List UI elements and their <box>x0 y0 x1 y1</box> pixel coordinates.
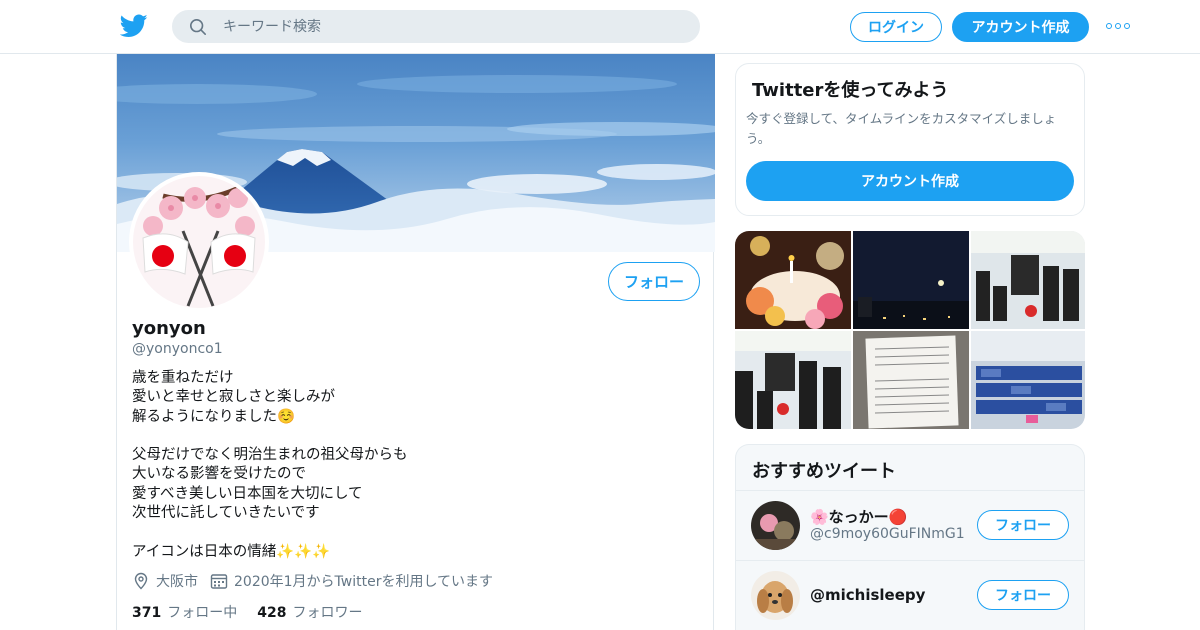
location-pin-icon <box>134 572 148 590</box>
recommended-tweets-card: おすすめツイート 🌸なっかー🔴 @c9moy60GuFINmG1 フォロー @m… <box>735 444 1085 630</box>
bio-line: 愛いと幸せと寂しさと楽しみが <box>132 389 335 406</box>
media-thumbnail[interactable] <box>735 331 851 429</box>
signup-card: Twitterを使ってみよう 今すぐ登録して、タイムラインをカスタマイズしましょ… <box>735 63 1085 216</box>
bio-line: 父母だけでなく明治生まれの祖父母からも <box>132 447 408 464</box>
twitter-bird-icon[interactable] <box>120 13 148 39</box>
search-bar[interactable] <box>172 10 700 43</box>
bio-line: 歳を重ねただけ <box>132 370 234 386</box>
profile-name: yonyon <box>132 318 206 339</box>
media-thumbnail[interactable] <box>853 231 969 329</box>
bio-line <box>132 523 692 542</box>
signup-button[interactable]: アカウント作成 <box>952 12 1089 42</box>
recommended-user-row[interactable]: @michisleepy フォロー <box>736 560 1084 630</box>
followers-count: 428 <box>257 605 287 621</box>
signup-card-button[interactable]: アカウント作成 <box>746 161 1074 201</box>
following-stat[interactable]: 371 フォロー中 <box>132 602 237 622</box>
bio-line: 次世代に託していきたいです <box>132 505 320 522</box>
media-thumbnail[interactable] <box>971 331 1085 429</box>
media-thumbnail[interactable] <box>971 231 1085 329</box>
recommended-title: おすすめツイート <box>752 461 896 482</box>
follow-button[interactable]: フォロー <box>608 262 700 301</box>
more-icon[interactable] <box>1106 18 1130 34</box>
profile-handle: @yonyonco1 <box>132 341 223 357</box>
profile-stats: 371 フォロー中 428 フォロワー <box>132 602 382 622</box>
media-thumbnail[interactable] <box>735 231 851 329</box>
avatar[interactable] <box>751 501 800 550</box>
followers-stat[interactable]: 428 フォロワー <box>257 602 362 622</box>
following-label: フォロー中 <box>167 605 238 621</box>
media-grid <box>735 231 1085 429</box>
profile-meta: 大阪市 2020年1月からTwitterを利用しています <box>132 571 505 591</box>
bio-line <box>132 427 692 446</box>
profile-column: フォロー yonyon @yonyonco1 歳を重ねただけ 愛いと幸せと寂しさ… <box>116 54 715 630</box>
search-icon <box>189 18 207 36</box>
search-input[interactable] <box>223 11 683 42</box>
login-button[interactable]: ログイン <box>850 12 942 42</box>
bio-line: アイコンは日本の情緒✨✨✨ <box>132 543 331 560</box>
followers-label: フォロワー <box>292 605 363 621</box>
calendar-icon <box>210 574 228 589</box>
profile-location: 大阪市 <box>156 574 198 590</box>
top-navigation-bar: ログイン アカウント作成 <box>0 0 1200 54</box>
following-count: 371 <box>132 605 162 621</box>
profile-joined-date: 2020年1月からTwitterを利用しています <box>234 574 494 590</box>
signup-card-description: 今すぐ登録して、タイムラインをカスタマイズしましょう。 <box>746 111 1057 146</box>
signup-card-title: Twitterを使ってみよう <box>752 80 949 101</box>
bio-line: 大いなる影響を受けたので <box>132 466 306 483</box>
media-thumbnail[interactable] <box>853 331 969 429</box>
bio-line: 解るようになりました☺️ <box>132 408 296 425</box>
avatar[interactable] <box>751 571 800 620</box>
recommended-user-handle: @c9moy60GuFINmG1 <box>810 526 965 542</box>
recommended-user-name: @michisleepy <box>810 586 926 604</box>
bio-line: 愛すべき美しい日本国を大切にして <box>132 485 363 502</box>
profile-avatar[interactable] <box>129 172 269 312</box>
follow-button[interactable]: フォロー <box>977 510 1069 540</box>
profile-bio: 歳を重ねただけ 愛いと幸せと寂しさと楽しみが 解るようになりました☺️ 父母だけ… <box>132 369 692 562</box>
follow-button[interactable]: フォロー <box>977 580 1069 610</box>
recommended-user-row[interactable]: 🌸なっかー🔴 @c9moy60GuFINmG1 フォロー <box>736 490 1084 560</box>
recommended-user-name: 🌸なっかー🔴 <box>810 508 908 526</box>
